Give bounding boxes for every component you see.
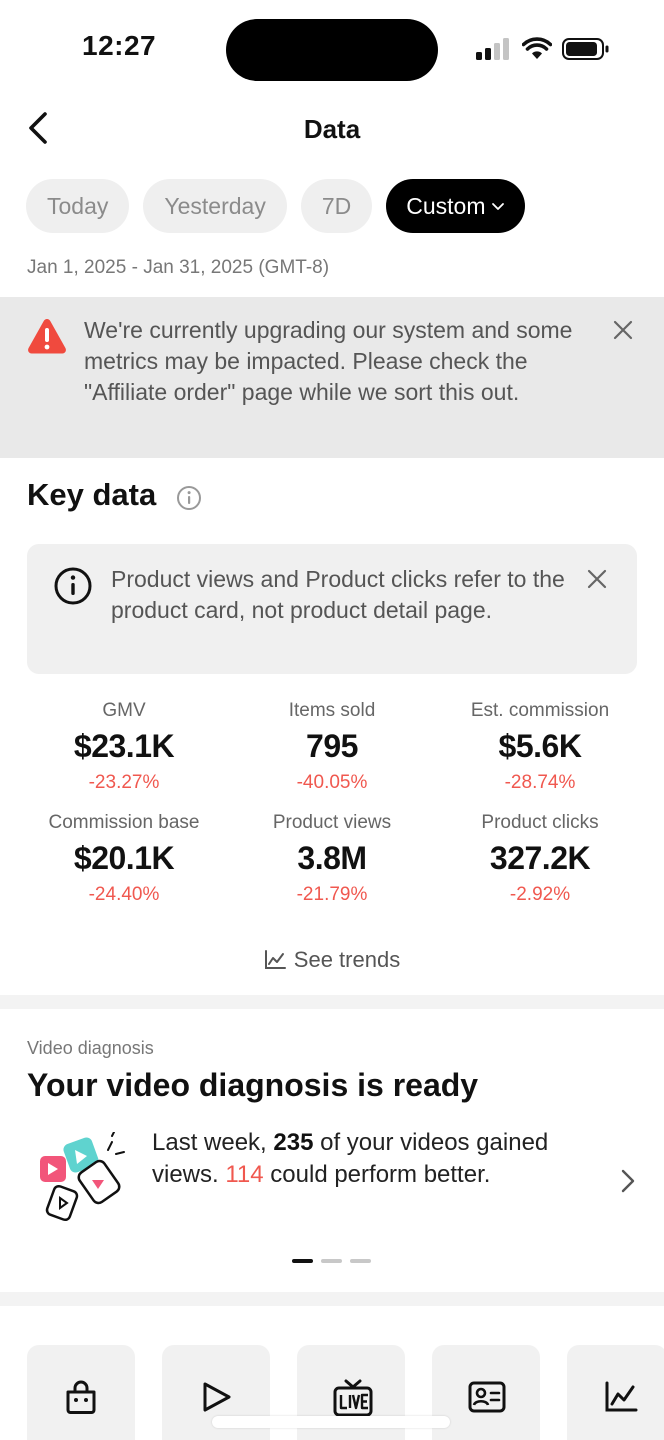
metric-label: Commission base [48, 812, 200, 833]
metric-value: $20.1K [73, 840, 175, 876]
status-bar: 12:27 [0, 0, 664, 96]
section-divider [0, 995, 664, 1009]
video-cards-illustration-icon [40, 1132, 125, 1222]
metric-change: -40.05% [296, 772, 368, 793]
dynamic-island [226, 19, 438, 81]
video-diagnosis-title: Your video diagnosis is ready [27, 1067, 479, 1103]
video-diagnosis-label: Video diagnosis [27, 1038, 154, 1058]
metric-value: 327.2K [489, 840, 591, 876]
metric-change: -28.74% [504, 772, 576, 793]
page-title: Data [303, 114, 361, 144]
metric-change: -23.27% [88, 772, 160, 793]
chevron-right-icon[interactable] [620, 1168, 636, 1194]
date-range: Jan 1, 2025 - Jan 31, 2025 (GMT-8) [27, 257, 330, 278]
banner-message: We're currently upgrading our system and… [84, 317, 573, 405]
metric-gmv[interactable]: GMV $23.1K -23.27% [20, 700, 228, 794]
tab-label: Yesterday [164, 192, 266, 219]
info-icon [54, 567, 92, 605]
shopping-bag-icon [66, 1380, 96, 1414]
summary-text: could perform better. [263, 1161, 491, 1188]
metric-label: Items sold [288, 700, 376, 721]
metric-value: 3.8M [297, 840, 367, 876]
system-warning-banner: We're currently upgrading our system and… [0, 297, 664, 458]
see-trends-label: See trends [293, 947, 401, 972]
metric-est-commission[interactable]: Est. commission $5.6K -28.74% [436, 700, 644, 794]
metric-value: $23.1K [73, 728, 175, 764]
status-time: 12:27 [82, 30, 157, 61]
live-icon [333, 1379, 373, 1417]
tab-7d[interactable]: 7D [300, 179, 373, 233]
close-icon[interactable] [612, 319, 634, 341]
metric-value: $5.6K [498, 728, 582, 764]
line-chart-icon [605, 1381, 638, 1412]
carousel-dot[interactable] [321, 1259, 342, 1263]
video-diagnosis-summary: Last week, 235 of your videos gained vie… [152, 1127, 612, 1191]
play-icon [203, 1382, 231, 1412]
home-indicator[interactable] [212, 1416, 450, 1428]
tab-custom[interactable]: Custom [386, 179, 526, 233]
note-message: Product views and Product clicks refer t… [111, 566, 565, 623]
metric-product-clicks[interactable]: Product clicks 327.2K -2.92% [436, 812, 644, 906]
tile-shop[interactable] [27, 1345, 135, 1440]
metric-change: -2.92% [509, 884, 571, 905]
tab-label: 7D [321, 192, 352, 219]
metric-label: GMV [102, 700, 146, 721]
key-metrics-grid: GMV $23.1K -23.27% Items sold 795 -40.05… [20, 700, 644, 906]
tab-label: Today [47, 192, 109, 219]
carousel-dot[interactable] [350, 1259, 371, 1263]
metric-change: -24.40% [88, 884, 160, 905]
key-data-title: Key data [27, 477, 157, 512]
trend-chart-icon [264, 950, 286, 969]
close-icon[interactable] [586, 568, 608, 590]
metric-items-sold[interactable]: Items sold 795 -40.05% [228, 700, 436, 794]
tile-analytics[interactable] [567, 1345, 664, 1440]
info-icon[interactable] [176, 485, 202, 511]
see-trends-link[interactable]: See trends [0, 947, 664, 973]
signal-icon [476, 38, 509, 60]
id-card-icon [468, 1381, 506, 1413]
metric-commission-base[interactable]: Commission base $20.1K -24.40% [20, 812, 228, 906]
carousel-dot[interactable] [292, 1259, 313, 1263]
warning-icon [28, 319, 66, 354]
key-data-note: Product views and Product clicks refer t… [27, 544, 637, 674]
section-divider [0, 1292, 664, 1306]
metric-product-views[interactable]: Product views 3.8M -21.79% [228, 812, 436, 906]
metric-change: -21.79% [296, 884, 368, 905]
videos-gained-count: 235 [273, 1129, 314, 1156]
tab-today[interactable]: Today [26, 179, 130, 233]
wifi-icon [522, 37, 552, 59]
metric-label: Est. commission [470, 700, 610, 721]
app-header: Data [0, 96, 664, 162]
tab-label: Custom [406, 192, 486, 219]
carousel-indicator [292, 1259, 371, 1263]
metric-value: 795 [306, 728, 358, 764]
summary-text: Last week, [152, 1129, 274, 1156]
metric-label: Product views [272, 812, 392, 833]
battery-icon [562, 38, 609, 60]
tab-yesterday[interactable]: Yesterday [143, 179, 287, 233]
chevron-down-icon [492, 203, 505, 210]
metric-label: Product clicks [481, 812, 599, 833]
could-improve-count: 114 [225, 1161, 264, 1188]
period-tabs: Today Yesterday 7D Custom [26, 179, 526, 233]
